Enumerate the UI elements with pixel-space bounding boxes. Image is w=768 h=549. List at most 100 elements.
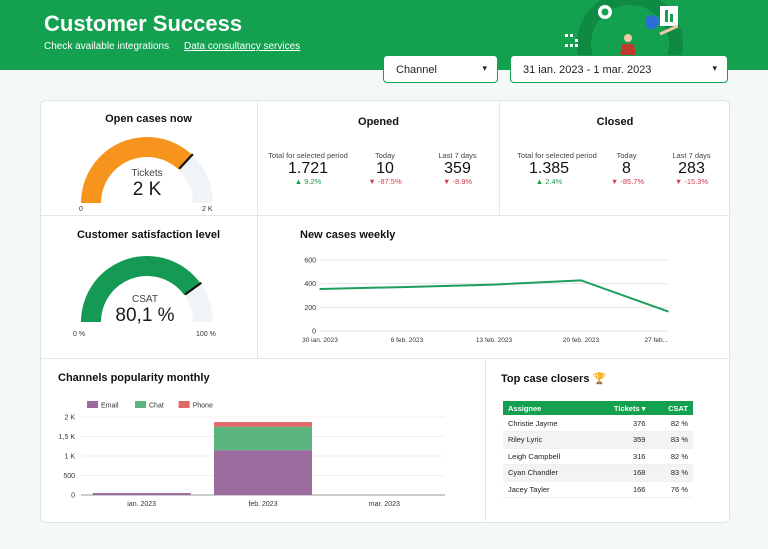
csat-cell: 83 %	[650, 431, 693, 449]
data-point	[319, 288, 321, 290]
table-header-row: Assignee Tickets ▾ CSAT	[503, 401, 693, 415]
csat-min: 0 %	[73, 331, 86, 338]
assignee-cell: Jacey Tayler	[503, 481, 592, 498]
closed-total-value: 1.385	[528, 160, 570, 177]
channels-title: Channels popularity monthly	[58, 372, 210, 384]
csat-cell: 82 %	[650, 448, 693, 465]
y-tick-label: 400	[304, 281, 316, 288]
col-assignee[interactable]: Assignee	[503, 401, 592, 415]
closed-7d-value: 283	[678, 160, 705, 177]
assignee-cell: Cyan Chandler	[503, 464, 592, 482]
x-tick-label: ian. 2023	[127, 501, 156, 508]
table-row: Jacey Tayler 166 76 %	[503, 481, 693, 498]
closed-total-delta: ▲ 2.4%	[535, 177, 563, 186]
y-tick-label: 0	[312, 329, 316, 336]
tickets-cell: 359	[591, 431, 651, 449]
csat-value: 80,1 %	[115, 305, 175, 326]
dropdown-arrow-icon: ▾	[482, 63, 487, 73]
closed-today-value: 8	[622, 160, 631, 177]
data-point	[667, 310, 669, 313]
bar-segment	[92, 493, 191, 495]
csat-cell: 82 %	[650, 415, 693, 432]
csat-title: Customer satisfaction level	[76, 229, 221, 241]
csat-cell: 76 %	[650, 481, 693, 498]
delta-text: 9.2%	[304, 177, 322, 186]
y-tick-label: 0	[71, 493, 75, 500]
page-title: Customer Success	[44, 11, 243, 36]
new-cases-title: New cases weekly	[300, 229, 396, 241]
opened-7d-value: 359	[444, 160, 471, 177]
legend-label: Email	[101, 403, 119, 410]
date-range-picker[interactable]: 31 ian. 2023 - 1 mar. 2023 ▾	[510, 55, 728, 83]
divider	[257, 100, 258, 358]
open-cases-min: 0	[79, 206, 83, 213]
divider	[40, 358, 730, 359]
closed-total-label: Total for selected period	[517, 151, 597, 160]
opened-7d-label: Last 7 days	[438, 151, 477, 160]
table-row: Riley Lyric 359 83 %	[503, 431, 693, 449]
opened-today-delta: ▼ -87.5%	[368, 177, 402, 186]
table-row: Christie Jayme 376 82 %	[503, 415, 693, 432]
assignee-cell: Christie Jayme	[503, 415, 592, 432]
legend-swatch	[87, 401, 98, 408]
x-tick-label: 20 feb. 2023	[563, 337, 600, 344]
assignee-cell: Riley Lyric	[503, 431, 592, 449]
opened-total-delta: ▲ 9.2%	[294, 177, 322, 186]
bar-segment	[214, 422, 312, 427]
divider	[40, 215, 730, 216]
new-cases-line-chart: 0 200 400 600 30 ian. 2023 6 feb. 2023 13 feb.…	[302, 258, 669, 344]
delta-text: -8.9%	[452, 177, 473, 186]
top-closers-title: Top case closers 🏆	[501, 373, 607, 385]
col-csat[interactable]: CSAT	[650, 401, 693, 415]
tickets-cell: 168	[591, 464, 651, 482]
legend-label: Chat	[149, 403, 164, 410]
y-tick-label: 1,5 K	[59, 434, 76, 441]
delta-text: 2.4%	[545, 177, 563, 186]
opened-today-label: Today	[374, 151, 395, 160]
delta-text: -15.3%	[684, 177, 709, 186]
closed-today-label: Today	[616, 151, 637, 160]
y-tick-label: 600	[304, 258, 316, 265]
opened-total-value: 1.721	[287, 160, 329, 177]
x-tick-label: mar. 2023	[369, 501, 400, 508]
tickets-cell: 316	[591, 448, 651, 465]
legend-label: Phone	[193, 403, 213, 410]
legend-swatch	[135, 401, 146, 408]
x-tick-label: 30 ian. 2023	[302, 337, 338, 344]
bar-segment	[214, 426, 312, 451]
closed-title: Closed	[596, 116, 634, 128]
csat-max: 100 %	[196, 331, 216, 338]
tickets-cell: 166	[591, 481, 651, 498]
y-tick-label: 500	[63, 473, 75, 480]
open-cases-title: Open cases now	[105, 113, 192, 125]
header-illustration	[565, 0, 683, 56]
delta-text: -87.5%	[377, 177, 402, 186]
tickets-cell: 376	[591, 415, 651, 432]
data-point	[580, 279, 582, 282]
data-point	[493, 283, 495, 286]
col-tickets[interactable]: Tickets ▾	[591, 401, 651, 415]
y-tick-label: 2 K	[64, 415, 75, 422]
table-row: Leigh Campbell 316 82 %	[503, 448, 693, 465]
y-tick-label: 200	[304, 305, 316, 312]
closed-today-delta: ▼ -85.7%	[610, 177, 645, 186]
x-tick-label: 27 feb...	[645, 337, 669, 344]
channel-filter-value: Channel	[396, 64, 437, 76]
closed-7d-delta: ▼ -15.3%	[674, 177, 709, 186]
x-tick-label: 13 feb. 2023	[476, 337, 513, 344]
data-point	[406, 286, 408, 288]
integrations-link[interactable]: Check available integrations	[44, 41, 169, 52]
y-tick-label: 1 K	[64, 454, 75, 461]
table-row: Cyan Chandler 168 83 %	[503, 464, 693, 482]
closed-7d-label: Last 7 days	[672, 151, 711, 160]
x-tick-label: 6 feb. 2023	[391, 337, 424, 344]
consultancy-link[interactable]: Data consultancy services	[184, 41, 300, 52]
bar-segment	[214, 450, 312, 495]
opened-7d-delta: ▼ -8.9%	[442, 177, 473, 186]
channel-filter[interactable]: Channel ▾	[383, 55, 498, 83]
open-cases-label: Tickets	[131, 168, 163, 179]
delta-text: -85.7%	[620, 177, 645, 186]
csat-cell: 83 %	[650, 464, 693, 482]
channels-bar-chart: Email Chat Phone 0 500 1 K 1,5 K 2 K ian. 2023 fe…	[59, 401, 445, 508]
csat-label: CSAT	[132, 294, 158, 305]
